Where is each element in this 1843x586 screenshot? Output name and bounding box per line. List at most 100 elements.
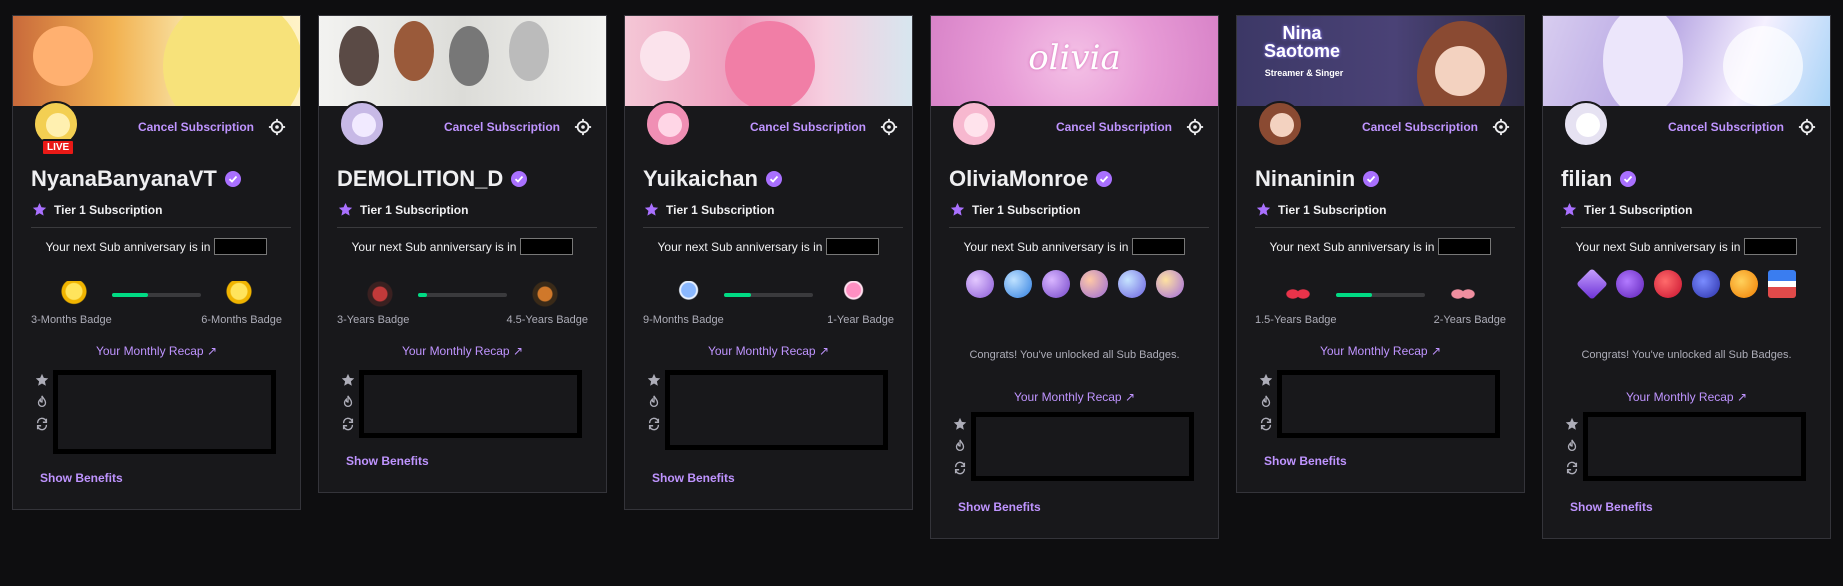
flame-icon: [649, 395, 659, 408]
badge-progress: 1.5-Years Badge 2-Years Badge: [1237, 276, 1524, 326]
progress-fill: [724, 293, 751, 297]
planet-icon: [1041, 270, 1070, 298]
channel-name[interactable]: Ninaninin: [1255, 166, 1355, 192]
channel-banner[interactable]: [13, 16, 300, 106]
anniversary-text: Your next Sub anniversary is in: [351, 239, 517, 254]
tier-label: Tier 1 Subscription: [360, 202, 469, 217]
cancel-subscription-link[interactable]: Cancel Subscription: [138, 120, 254, 134]
bow-icon: [1450, 281, 1476, 307]
channel-banner[interactable]: [625, 16, 912, 106]
flame-icon: [343, 395, 353, 408]
monthly-recap-link[interactable]: Your Monthly Recap ↗: [13, 344, 300, 358]
cancel-subscription-link[interactable]: Cancel Subscription: [750, 120, 866, 134]
gear-icon[interactable]: [1186, 118, 1204, 136]
progress-fill: [418, 293, 427, 297]
monthly-recap-link[interactable]: Your Monthly Recap ↗: [1237, 344, 1524, 358]
channel-name[interactable]: DEMOLITION_D: [337, 166, 503, 192]
redacted-stats: [53, 370, 276, 454]
divider: [31, 227, 291, 228]
monthly-recap-link[interactable]: Your Monthly Recap ↗: [1543, 390, 1830, 404]
banner-logo-text: Nina Saotome: [1263, 23, 1341, 61]
show-benefits-button[interactable]: Show Benefits: [958, 500, 1041, 514]
gear-icon[interactable]: [574, 118, 592, 136]
bow-icon: [1285, 281, 1311, 307]
channel-avatar[interactable]: [951, 101, 997, 147]
redacted-stats: [359, 370, 582, 438]
anniversary-text: Your next Sub anniversary is in: [1269, 239, 1435, 254]
gear-icon[interactable]: [1798, 118, 1816, 136]
monthly-recap-link[interactable]: Your Monthly Recap ↗: [931, 390, 1218, 404]
channel-avatar[interactable]: [1563, 101, 1609, 147]
show-benefits-button[interactable]: Show Benefits: [652, 471, 735, 485]
monthly-recap-link[interactable]: Your Monthly Recap ↗: [625, 344, 912, 358]
lollipop-icon: [838, 281, 864, 307]
blueberry-icon: [1691, 270, 1720, 298]
banana-icon: [61, 281, 87, 307]
badge-progress: 3-Years Badge 4.5-Years Badge: [319, 276, 606, 326]
subscription-card: Cancel Subscription Yuikaichan Tier 1 Su…: [624, 15, 913, 510]
planet-icon: [1003, 270, 1032, 298]
rune-icon: [367, 281, 393, 307]
channel-banner[interactable]: Nina Saotome Streamer & Singer: [1237, 16, 1524, 106]
show-benefits-button[interactable]: Show Benefits: [40, 471, 123, 485]
banner-logo-text: olivia: [1028, 38, 1121, 78]
redacted-value: [1438, 238, 1492, 255]
stat-icons: [35, 373, 49, 431]
channel-name[interactable]: Yuikaichan: [643, 166, 758, 192]
refresh-icon: [648, 417, 660, 431]
progress-bar: [1336, 293, 1425, 297]
monthly-recap-link[interactable]: Your Monthly Recap ↗: [319, 344, 606, 358]
current-badge-label: 1.5-Years Badge: [1255, 314, 1337, 326]
current-badge-label: 3-Months Badge: [31, 314, 112, 326]
star-icon: [1259, 373, 1273, 386]
cancel-subscription-link[interactable]: Cancel Subscription: [1362, 120, 1478, 134]
cancel-subscription-link[interactable]: Cancel Subscription: [444, 120, 560, 134]
channel-name[interactable]: filian: [1561, 166, 1612, 192]
planet-icon: [1155, 270, 1184, 298]
stat-icons: [341, 373, 355, 431]
star-icon: [647, 373, 661, 386]
next-badge-label: 4.5-Years Badge: [506, 314, 588, 326]
subscription-card: LIVE Cancel Subscription NyanaBanyanaVT …: [12, 15, 301, 510]
channel-banner[interactable]: [1543, 16, 1830, 106]
gear-icon[interactable]: [880, 118, 898, 136]
gear-icon[interactable]: [268, 118, 286, 136]
planet-icon: [1117, 270, 1146, 298]
divider: [337, 227, 597, 228]
tier-label: Tier 1 Subscription: [972, 202, 1081, 217]
channel-name[interactable]: NyanaBanyanaVT: [31, 166, 217, 192]
progress-bar: [418, 293, 507, 297]
verified-icon: [224, 171, 241, 187]
channel-banner[interactable]: olivia: [931, 16, 1218, 106]
channel-avatar[interactable]: [645, 101, 691, 147]
cancel-subscription-link[interactable]: Cancel Subscription: [1056, 120, 1172, 134]
star-icon: [32, 202, 47, 216]
divider: [949, 227, 1209, 228]
star-icon: [1565, 417, 1579, 430]
star-icon: [950, 202, 965, 216]
progress-fill: [112, 293, 148, 297]
channel-name[interactable]: OliviaMonroe: [949, 166, 1088, 192]
stat-icons: [1565, 417, 1579, 475]
planet-icon: [965, 270, 994, 298]
channel-avatar[interactable]: [339, 101, 385, 147]
show-benefits-button[interactable]: Show Benefits: [1570, 500, 1653, 514]
banner-subtitle: Streamer & Singer: [1264, 68, 1344, 78]
channel-avatar[interactable]: [1257, 101, 1303, 147]
gear-icon[interactable]: [1492, 118, 1510, 136]
cancel-subscription-link[interactable]: Cancel Subscription: [1668, 120, 1784, 134]
divider: [643, 227, 903, 228]
refresh-icon: [1260, 417, 1272, 431]
tier-label: Tier 1 Subscription: [54, 202, 163, 217]
redacted-value: [214, 238, 268, 255]
redacted-stats: [665, 370, 888, 450]
channel-banner[interactable]: [319, 16, 606, 106]
flame-icon: [1567, 439, 1577, 452]
refresh-icon: [954, 461, 966, 475]
anniversary-text: Your next Sub anniversary is in: [657, 239, 823, 254]
show-benefits-button[interactable]: Show Benefits: [1264, 454, 1347, 468]
badge-progress: 3-Months Badge 6-Months Badge: [13, 276, 300, 326]
star-icon: [338, 202, 353, 216]
flame-icon: [1261, 395, 1271, 408]
show-benefits-button[interactable]: Show Benefits: [346, 454, 429, 468]
